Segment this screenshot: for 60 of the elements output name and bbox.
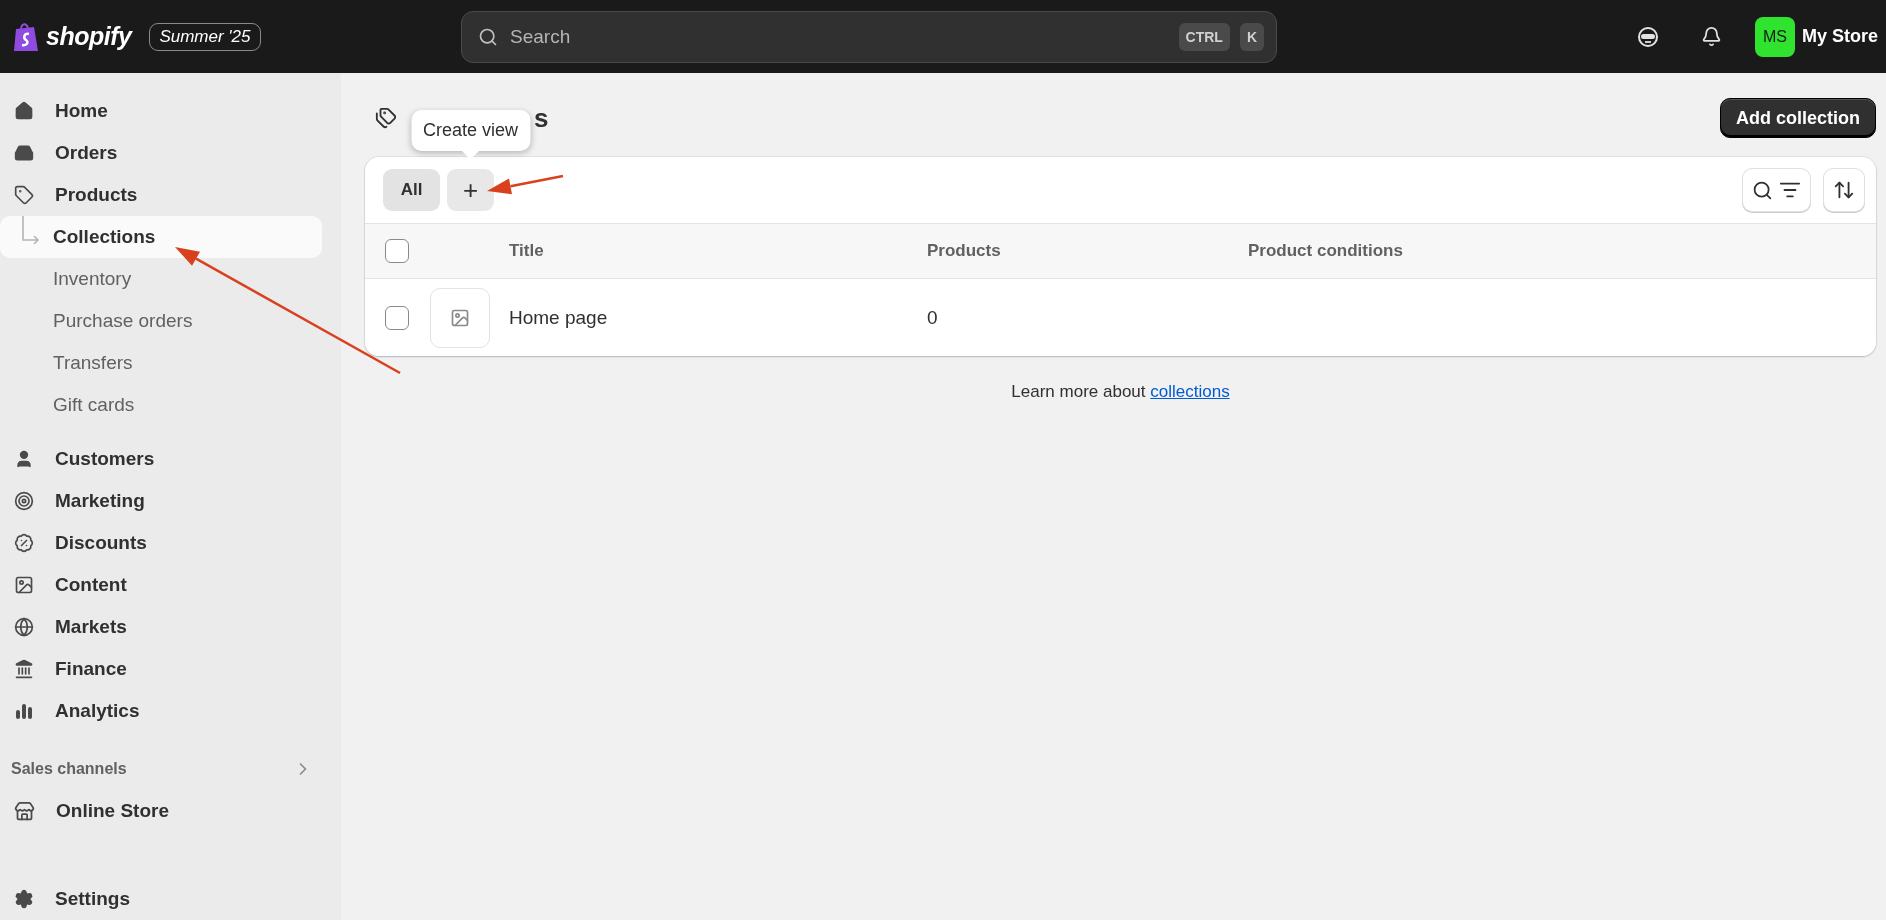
collections-link[interactable]: collections (1150, 382, 1230, 401)
store-avatar[interactable]: MS (1754, 16, 1795, 57)
tag-icon (14, 185, 34, 205)
sidebar-item[interactable]: Home (0, 90, 322, 132)
shopping-bag-icon (12, 20, 40, 53)
sidebar-item[interactable]: Products (0, 174, 322, 216)
column-header[interactable]: Product conditions (1248, 241, 1876, 261)
select-all-checkbox[interactable] (385, 239, 409, 263)
bar-chart-icon (14, 701, 34, 721)
sidebar-item[interactable]: Gift cards (0, 384, 322, 426)
bank-icon (14, 659, 34, 679)
target-icon (14, 491, 34, 511)
image-icon (14, 575, 34, 595)
sidebar-item[interactable]: Orders (0, 132, 322, 174)
page-title: s (534, 102, 549, 134)
sidebar-item[interactable]: Transfers (0, 342, 322, 384)
percent-badge-icon (14, 533, 34, 553)
store-name[interactable]: My Store (1801, 26, 1878, 47)
search-input[interactable]: Search (508, 24, 1169, 49)
column-header[interactable]: Title (509, 241, 927, 261)
search-icon (1752, 179, 1773, 201)
tag-icon (375, 107, 397, 129)
section-title: Sales channels (11, 760, 127, 778)
row-checkbox[interactable] (385, 305, 409, 330)
sidebar-item[interactable]: Discounts (0, 522, 322, 564)
sidebar-item[interactable]: Finance (0, 648, 322, 690)
sort-icon (1833, 179, 1855, 201)
bell-icon (1701, 26, 1723, 47)
table-cell-text: 0 (927, 306, 939, 329)
edition-tag: Summer '25 (149, 22, 261, 51)
keyboard-key: K (1239, 22, 1264, 51)
sidebar-item[interactable]: Inventory (0, 258, 322, 300)
view-tab[interactable]: All (383, 169, 440, 211)
home-icon (14, 101, 34, 121)
globe-icon (14, 617, 34, 637)
sidebar-item[interactable]: Markets (0, 606, 322, 648)
column-header[interactable]: Products (927, 241, 1248, 261)
store-icon (14, 800, 35, 822)
learn-more-text: Learn more about collections (1010, 382, 1231, 402)
search-field[interactable]: Search CTRL K (461, 10, 1277, 63)
image-icon (450, 307, 470, 328)
sidebar-item[interactable]: Online Store (0, 790, 322, 832)
sidebar-item[interactable]: Analytics (0, 690, 322, 732)
sort-button[interactable] (1824, 169, 1864, 211)
person-icon (14, 449, 34, 469)
settings-icon (14, 889, 34, 909)
logo-text: shopify (46, 22, 132, 51)
sidebar-item[interactable]: Purchase orders (0, 300, 322, 342)
branch-icon (20, 216, 42, 246)
search-icon (478, 26, 498, 47)
table-cell[interactable]: Home page (509, 306, 927, 329)
sidebar-item[interactable]: Marketing (0, 480, 322, 522)
sidebar-item[interactable]: Collections (0, 216, 322, 258)
search-filter-button[interactable] (1743, 169, 1810, 211)
add-collection-button[interactable]: Add collection (1720, 98, 1876, 138)
keyboard-key: CTRL (1178, 22, 1230, 51)
sidebar-item[interactable]: Content (0, 564, 322, 606)
sidebar-item[interactable]: Settings (0, 878, 322, 920)
inbox-icon (14, 143, 34, 163)
sidebar-item[interactable]: Customers (0, 438, 322, 480)
